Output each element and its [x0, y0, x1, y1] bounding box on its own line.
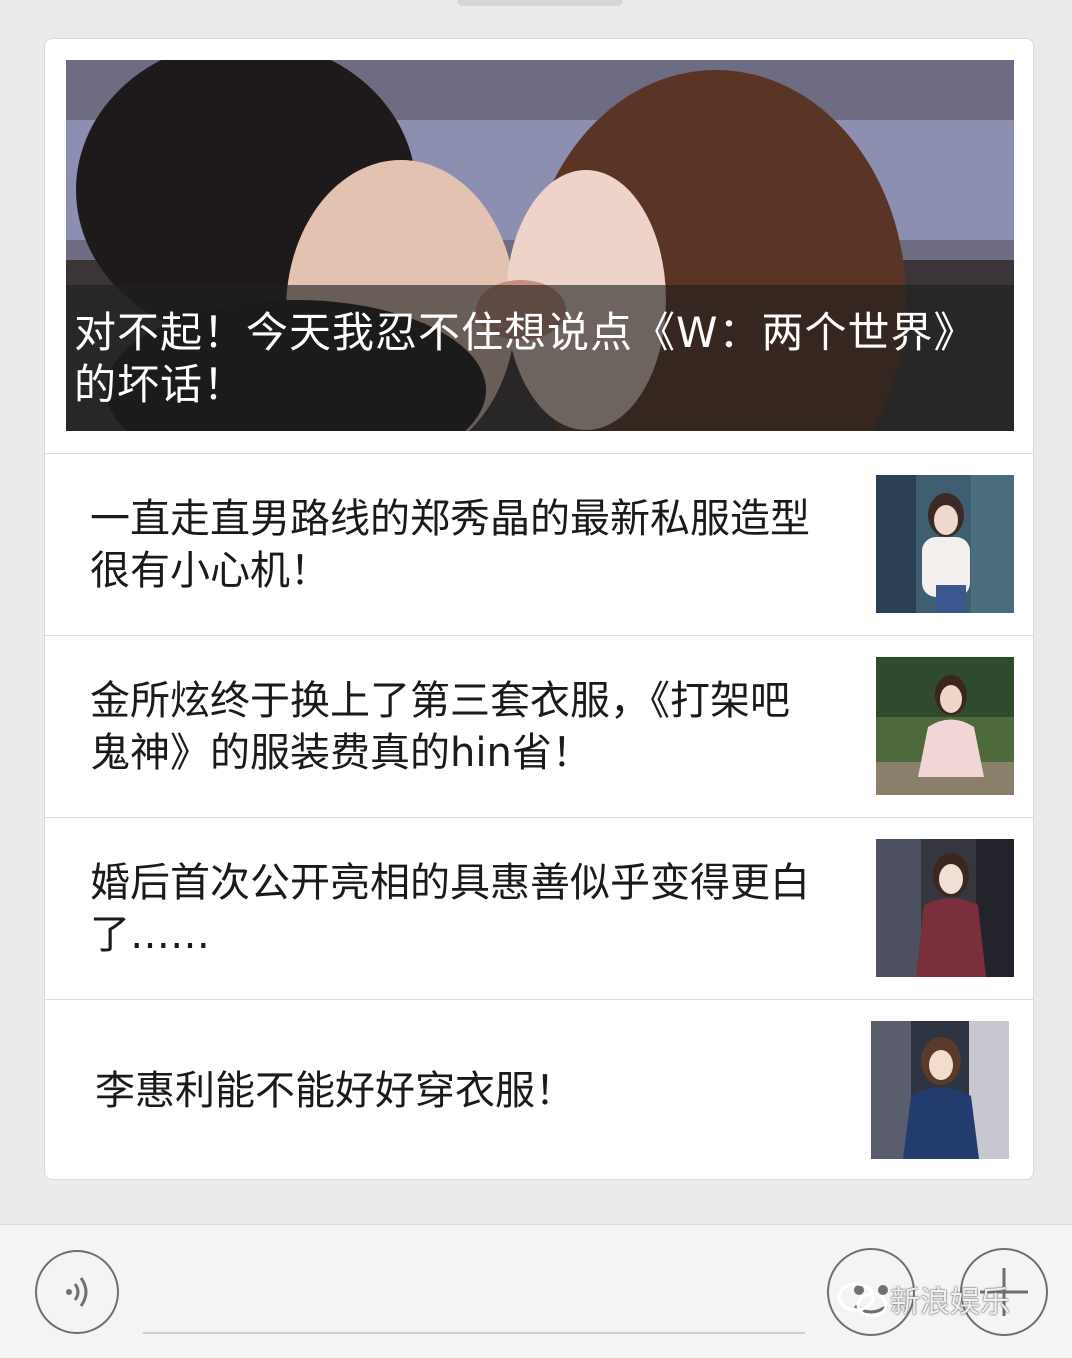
article-thumbnail [876, 657, 1014, 795]
news-card: 对不起！今天我忍不住想说点《W：两个世界》的坏话！ 一直走直男路线的郑秀晶的最新… [44, 38, 1034, 1180]
top-handle [457, 0, 623, 6]
article-title: 婚后首次公开亮相的具惠善似乎变得更白了…… [90, 859, 810, 958]
voice-button[interactable] [35, 1250, 119, 1334]
list-item[interactable]: 李惠利能不能好好穿衣服！ [45, 999, 1033, 1179]
list-item[interactable]: 一直走直男路线的郑秀晶的最新私服造型很有小心机！ [45, 453, 1033, 635]
list-item[interactable]: 金所炫终于换上了第三套衣服，《打架吧鬼神》的服装费真的hin省！ [45, 635, 1033, 817]
article-title: 一直走直男路线的郑秀晶的最新私服造型很有小心机！ [90, 495, 810, 594]
chat-input-bar: 新浪娱乐 [0, 1224, 1072, 1358]
input-underline [143, 1332, 805, 1334]
hero-title: 对不起！今天我忍不住想说点《W：两个世界》的坏话！ [74, 308, 977, 409]
hero-article[interactable]: 对不起！今天我忍不住想说点《W：两个世界》的坏话！ [66, 60, 1014, 431]
watermark: 新浪娱乐 [836, 1277, 1010, 1321]
message-input[interactable] [143, 1253, 805, 1331]
article-title: 李惠利能不能好好穿衣服！ [95, 1067, 575, 1114]
article-thumbnail [871, 1021, 1009, 1159]
wechat-logo-icon [837, 1282, 888, 1318]
article-title: 金所炫终于换上了第三套衣服，《打架吧鬼神》的服装费真的hin省！ [90, 677, 790, 776]
article-thumbnail [876, 475, 1014, 613]
article-thumbnail [876, 839, 1014, 977]
watermark-text: 新浪娱乐 [890, 1285, 1010, 1320]
list-item[interactable]: 婚后首次公开亮相的具惠善似乎变得更白了…… [45, 817, 1033, 999]
voice-icon [66, 1277, 88, 1307]
